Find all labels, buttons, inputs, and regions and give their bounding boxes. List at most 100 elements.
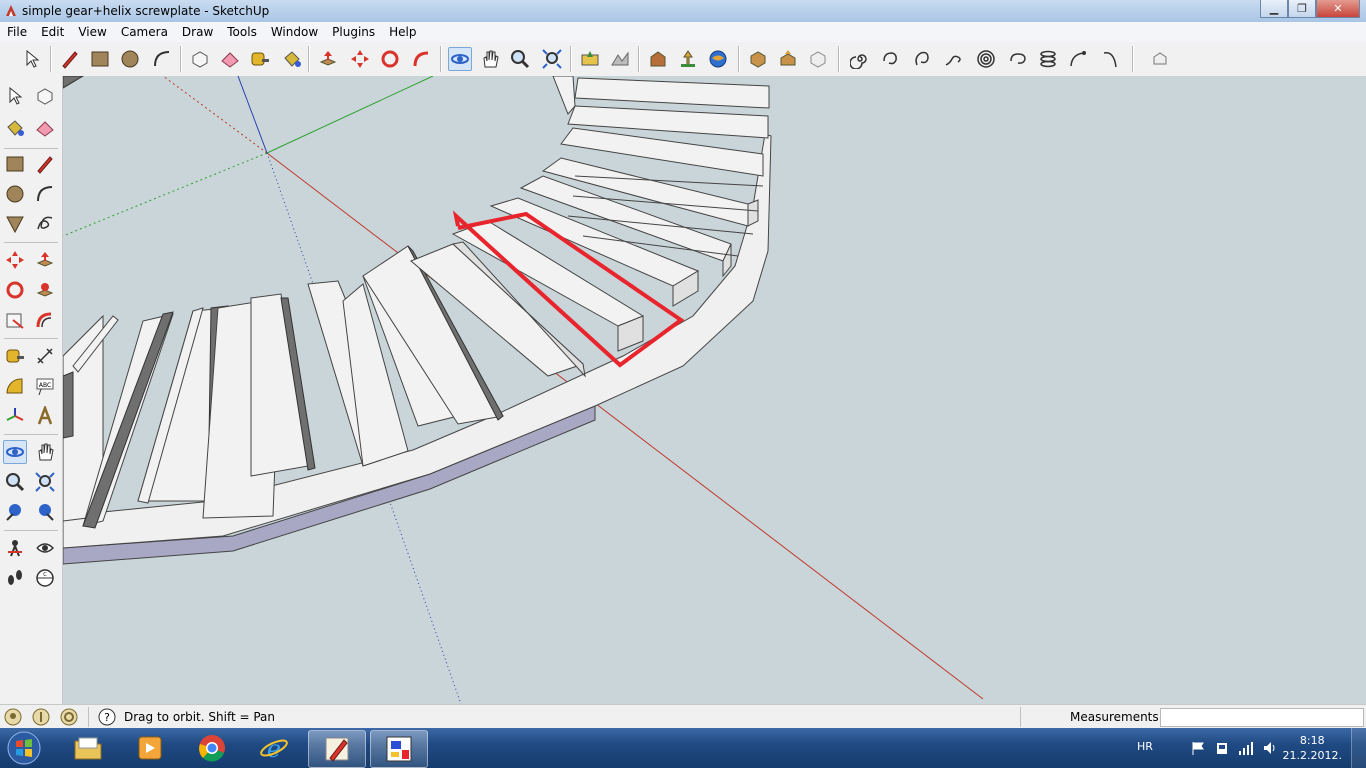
add-location-icon[interactable] — [578, 47, 602, 71]
zoom-tool-icon[interactable] — [3, 470, 27, 494]
paint-bucket-icon[interactable] — [3, 116, 27, 140]
pan-hand-icon[interactable] — [478, 47, 502, 71]
menu-plugins[interactable]: Plugins — [325, 22, 382, 42]
tape-measure-icon[interactable] — [248, 47, 272, 71]
3d-text-icon[interactable] — [33, 404, 57, 428]
volume-icon[interactable] — [1262, 740, 1278, 756]
follow-me-icon[interactable] — [33, 278, 57, 302]
close-button[interactable]: ✕ — [1316, 0, 1360, 18]
dimension-tool-icon[interactable] — [33, 344, 57, 368]
google-earth-icon[interactable] — [706, 47, 730, 71]
orbit-tool-icon[interactable] — [3, 440, 27, 464]
previous-view-icon[interactable] — [3, 500, 27, 524]
pencil-tool-icon[interactable] — [33, 152, 57, 176]
circle-tool-icon[interactable] — [3, 182, 27, 206]
section-plane-icon[interactable]: C — [33, 566, 57, 590]
pencil-tool-icon[interactable] — [58, 47, 82, 71]
protractor-icon[interactable] — [3, 374, 27, 398]
taskbar-explorer-icon[interactable] — [60, 730, 116, 766]
walk-tool-icon[interactable] — [3, 566, 27, 590]
restore-button[interactable]: ❐ — [1288, 0, 1316, 18]
spiral-plugin-icon-2[interactable] — [878, 47, 902, 71]
curve-plugin-icon-1[interactable] — [1066, 47, 1090, 71]
language-indicator[interactable]: HR — [1137, 740, 1153, 753]
spiral-plugin-icon-6[interactable] — [1006, 47, 1030, 71]
spiral-plugin-icon-4[interactable] — [942, 47, 966, 71]
make-component-icon[interactable] — [188, 47, 212, 71]
rotate-tool-icon[interactable] — [378, 47, 402, 71]
rotate-tool-icon[interactable] — [3, 278, 27, 302]
push-pull-icon[interactable] — [316, 47, 340, 71]
scale-tool-icon[interactable] — [3, 308, 27, 332]
eraser-tool-icon[interactable] — [218, 47, 242, 71]
upload-component-icon[interactable] — [776, 47, 800, 71]
undo-plugin-icon[interactable] — [1148, 47, 1172, 71]
account-icon[interactable] — [60, 708, 78, 726]
dynamic-component-icon[interactable] — [806, 47, 830, 71]
offset-tool-icon[interactable] — [33, 308, 57, 332]
menu-file[interactable]: File — [0, 22, 34, 42]
minimize-button[interactable]: ▁ — [1260, 0, 1288, 18]
show-desktop-button[interactable] — [1351, 728, 1366, 768]
push-pull-icon[interactable] — [33, 248, 57, 272]
taskbar-chrome-icon[interactable] — [184, 730, 240, 766]
tape-measure-icon[interactable] — [3, 344, 27, 368]
position-camera-icon[interactable] — [3, 536, 27, 560]
zoom-extents-icon[interactable] — [540, 47, 564, 71]
orbit-tool-icon[interactable] — [448, 47, 472, 71]
taskbar-sketchup-icon[interactable] — [308, 730, 366, 768]
device-icon[interactable] — [1214, 740, 1230, 756]
taskbar-media-player-icon[interactable] — [122, 730, 178, 766]
help-icon[interactable]: ? — [98, 708, 116, 726]
model-canvas[interactable] — [63, 76, 1366, 704]
zoom-tool-icon[interactable] — [508, 47, 532, 71]
select-tool-icon[interactable] — [20, 47, 44, 71]
taskbar-ie-icon[interactable]: e — [246, 730, 302, 766]
move-tool-icon[interactable] — [348, 47, 372, 71]
get-models-icon[interactable] — [646, 47, 670, 71]
freehand-tool-icon[interactable] — [33, 212, 57, 236]
menu-view[interactable]: View — [71, 22, 113, 42]
helix-plugin-icon[interactable] — [1036, 47, 1060, 71]
text-tool-icon[interactable]: ABC — [33, 374, 57, 398]
menu-help[interactable]: Help — [382, 22, 423, 42]
next-view-icon[interactable] — [33, 500, 57, 524]
network-signal-icon[interactable] — [1238, 740, 1254, 756]
circle-tool-icon[interactable] — [118, 47, 142, 71]
polygon-tool-icon[interactable] — [3, 212, 27, 236]
look-around-icon[interactable] — [33, 536, 57, 560]
spiral-plugin-icon-1[interactable] — [848, 47, 872, 71]
geo-location-icon[interactable] — [4, 708, 22, 726]
drawing-viewport[interactable] — [63, 76, 1366, 704]
follow-me-icon[interactable] — [410, 47, 434, 71]
menu-draw[interactable]: Draw — [175, 22, 220, 42]
select-tool-icon[interactable] — [3, 84, 27, 108]
taskbar-paint-icon[interactable] — [370, 730, 428, 768]
arc-tool-icon[interactable] — [150, 47, 174, 71]
rectangle-tool-icon[interactable] — [88, 47, 112, 71]
eraser-tool-icon[interactable] — [33, 116, 57, 140]
axes-tool-icon[interactable] — [3, 404, 27, 428]
curve-plugin-icon-2[interactable] — [1098, 47, 1122, 71]
start-button-icon[interactable] — [4, 730, 44, 766]
make-component-icon[interactable] — [33, 84, 57, 108]
action-center-flag-icon[interactable] — [1190, 740, 1206, 756]
spiral-plugin-icon-3[interactable] — [910, 47, 934, 71]
pan-hand-icon[interactable] — [33, 440, 57, 464]
move-tool-icon[interactable] — [3, 248, 27, 272]
toggle-terrain-icon[interactable] — [608, 47, 632, 71]
menu-window[interactable]: Window — [264, 22, 325, 42]
get-component-icon[interactable] — [746, 47, 770, 71]
credits-icon[interactable] — [32, 708, 50, 726]
share-model-icon[interactable] — [676, 47, 700, 71]
menu-edit[interactable]: Edit — [34, 22, 71, 42]
menu-tools[interactable]: Tools — [220, 22, 264, 42]
measurements-input[interactable] — [1160, 708, 1364, 727]
system-clock[interactable]: 8:18 21.2.2012. — [1283, 733, 1342, 763]
zoom-window-icon[interactable] — [33, 470, 57, 494]
paint-bucket-icon[interactable] — [280, 47, 304, 71]
spiral-plugin-icon-5[interactable] — [974, 47, 998, 71]
arc-tool-icon[interactable] — [33, 182, 57, 206]
menu-camera[interactable]: Camera — [114, 22, 175, 42]
rectangle-tool-icon[interactable] — [3, 152, 27, 176]
